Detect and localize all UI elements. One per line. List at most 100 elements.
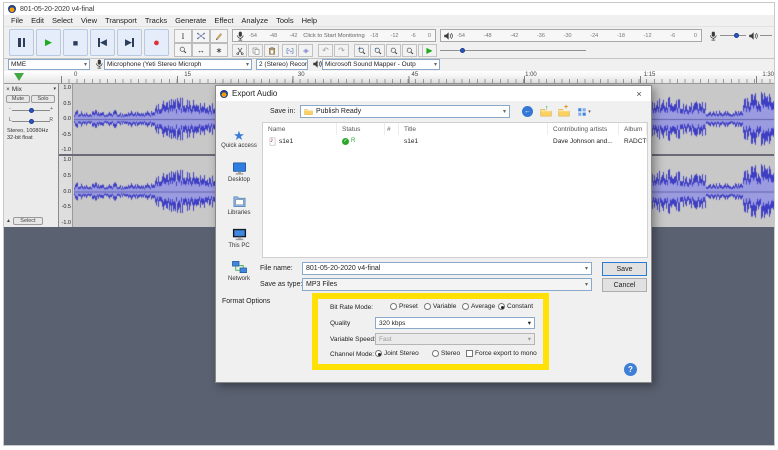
undo-button[interactable]: ↶ [318, 44, 333, 57]
recording-meter[interactable]: -54-48-42-36-30-24-18-12-60 Click to Sta… [232, 29, 436, 42]
cancel-button[interactable]: Cancel [602, 278, 647, 292]
mute-button[interactable]: Mute [6, 95, 30, 103]
zoom-in-button[interactable]: + [354, 44, 369, 57]
recording-channels-select[interactable]: 2 (Stereo) Recording Cha▾ [256, 59, 308, 70]
menu-item[interactable]: File [7, 16, 27, 25]
selection-tool-button[interactable]: I [174, 29, 192, 43]
silence-audio-button[interactable] [298, 44, 313, 57]
recording-device-select[interactable]: Microphone (Yeti Stereo Microph ▾ [104, 59, 252, 70]
play-button[interactable]: ▶ [36, 29, 61, 56]
file-name-cell: s1e1 [279, 137, 294, 145]
column-album[interactable]: Album [619, 123, 647, 135]
bit-rate-constant-radio[interactable]: Constant [498, 303, 533, 310]
record-button[interactable]: ● [144, 29, 169, 56]
solo-button[interactable]: Solo [31, 95, 55, 103]
audio-host-select[interactable]: MME ▾ [8, 59, 90, 70]
timeline-pin-icon[interactable] [14, 73, 24, 81]
force-mono-checkbox[interactable]: Force export to mono [466, 350, 537, 357]
column-number[interactable]: # [385, 123, 399, 135]
pan-thumb[interactable] [29, 118, 35, 124]
zoom-out-button[interactable]: − [370, 44, 385, 57]
menu-item[interactable]: Generate [171, 16, 210, 25]
playback-device-select[interactable]: Microsoft Sound Mapper - Outp ▾ [322, 59, 440, 70]
save-as-type-select[interactable]: MP3 Files ▾ [302, 278, 592, 291]
timeline-ruler[interactable]: 0 15 30 45 1:00 1:15 1:30 [4, 71, 774, 84]
sidebar-item-network[interactable]: Network [216, 254, 262, 287]
sidebar-item-desktop[interactable]: Desktop [216, 155, 262, 188]
up-one-level-button[interactable]: ↑ [538, 105, 553, 118]
new-folder-button[interactable]: + [556, 104, 571, 118]
draw-tool-button[interactable] [210, 29, 228, 43]
sidebar-item-libraries[interactable]: Libraries [216, 188, 262, 221]
bit-rate-variable-radio[interactable]: Variable [424, 303, 456, 310]
radio-icon [432, 350, 439, 357]
redo-button[interactable]: ↷ [334, 44, 349, 57]
save-in-select[interactable]: Publish Ready ▾ [300, 105, 510, 118]
menu-item[interactable]: View [77, 16, 101, 25]
menu-item[interactable]: Tools [272, 16, 298, 25]
column-status[interactable]: Status [337, 123, 385, 135]
fit-project-button[interactable] [402, 44, 417, 57]
paste-button[interactable] [264, 44, 279, 57]
joint-stereo-radio[interactable]: Joint Stereo [375, 350, 419, 357]
zoom-tool-button[interactable] [174, 43, 192, 57]
collapse-icon[interactable]: ▲ [6, 218, 11, 224]
views-menu-button[interactable]: ▾ [574, 105, 594, 118]
device-toolbar: MME ▾ Microphone (Yeti Stereo Microph ▾ 2 … [4, 59, 774, 71]
pan-slider[interactable]: L R [8, 116, 54, 126]
fit-selection-button[interactable] [386, 44, 401, 57]
menu-item[interactable]: Transport [101, 16, 141, 25]
menu-item[interactable]: Select [48, 16, 77, 25]
file-name-input[interactable]: 801-05-20-2020 v4-final ▾ [302, 262, 592, 275]
quality-select[interactable]: 320 kbps ▾ [375, 317, 535, 329]
track-menu-icon[interactable]: ▾ [53, 86, 56, 92]
redo-icon: ↷ [338, 46, 345, 55]
menu-item[interactable]: Edit [27, 16, 48, 25]
monitoring-hint[interactable]: Click to Start Monitoring [300, 33, 368, 39]
envelope-tool-button[interactable] [192, 29, 210, 43]
playback-volume-slider[interactable] [760, 35, 772, 36]
bit-rate-average-radio[interactable]: Average [462, 303, 495, 310]
chevron-down-icon: ▾ [245, 62, 249, 68]
gain-slider[interactable]: - + [8, 105, 54, 115]
menu-bar: File Edit Select View Transport Tracks Generat… [4, 15, 774, 26]
magnifier-icon [179, 46, 187, 54]
skip-to-start-button[interactable]: ◀ [90, 29, 115, 56]
multi-tool-button[interactable]: ∗ [210, 43, 228, 57]
track-select-button[interactable]: Select [12, 217, 43, 225]
recording-volume-thumb[interactable] [734, 32, 740, 38]
track-close-icon[interactable]: × [6, 86, 10, 93]
play-speed-thumb[interactable] [460, 47, 466, 53]
help-button[interactable]: ? [624, 363, 637, 376]
back-button[interactable]: ← [520, 105, 535, 118]
playback-meter[interactable]: -54 -48 -42 -36 -30 -24 -18 -12 -6 0 [440, 29, 702, 42]
fit-selection-icon [390, 47, 398, 55]
stop-button[interactable]: ■ [63, 29, 88, 56]
file-row[interactable]: ♪ s1e1 ✓ R s1e1 Dave Johnson and... RADC… [263, 135, 647, 147]
copy-button[interactable] [248, 44, 263, 57]
menu-item[interactable]: Tracks [141, 16, 171, 25]
stereo-radio[interactable]: Stereo [432, 350, 460, 357]
column-name[interactable]: Name ˆ [263, 123, 337, 135]
column-title[interactable]: Title [399, 123, 548, 135]
menu-item[interactable]: Analyze [237, 16, 272, 25]
play-speed-slider[interactable] [440, 47, 586, 53]
gain-thumb[interactable] [29, 107, 35, 113]
timeshift-tool-button[interactable]: ↔ [192, 43, 210, 57]
dialog-close-icon[interactable]: × [631, 89, 647, 99]
column-contributing-artists[interactable]: Contributing artists [548, 123, 619, 135]
trim-audio-button[interactable] [282, 44, 297, 57]
recording-volume-slider[interactable] [720, 32, 746, 38]
track-name[interactable]: Mix [12, 86, 52, 93]
save-button[interactable]: Save [602, 262, 647, 276]
sidebar-item-this-pc[interactable]: This PC [216, 221, 262, 254]
file-artists-cell: Dave Johnson and... [553, 137, 613, 145]
bit-rate-preset-radio[interactable]: Preset [390, 303, 418, 310]
sidebar-item-quick-access[interactable]: ★ Quick access [216, 122, 262, 155]
pause-button[interactable] [9, 29, 34, 56]
menu-item[interactable]: Effect [210, 16, 237, 25]
cut-button[interactable] [232, 44, 247, 57]
skip-to-end-button[interactable]: ▶ [117, 29, 142, 56]
play-at-speed-button[interactable]: ▶ [422, 44, 437, 57]
menu-item[interactable]: Help [298, 16, 321, 25]
